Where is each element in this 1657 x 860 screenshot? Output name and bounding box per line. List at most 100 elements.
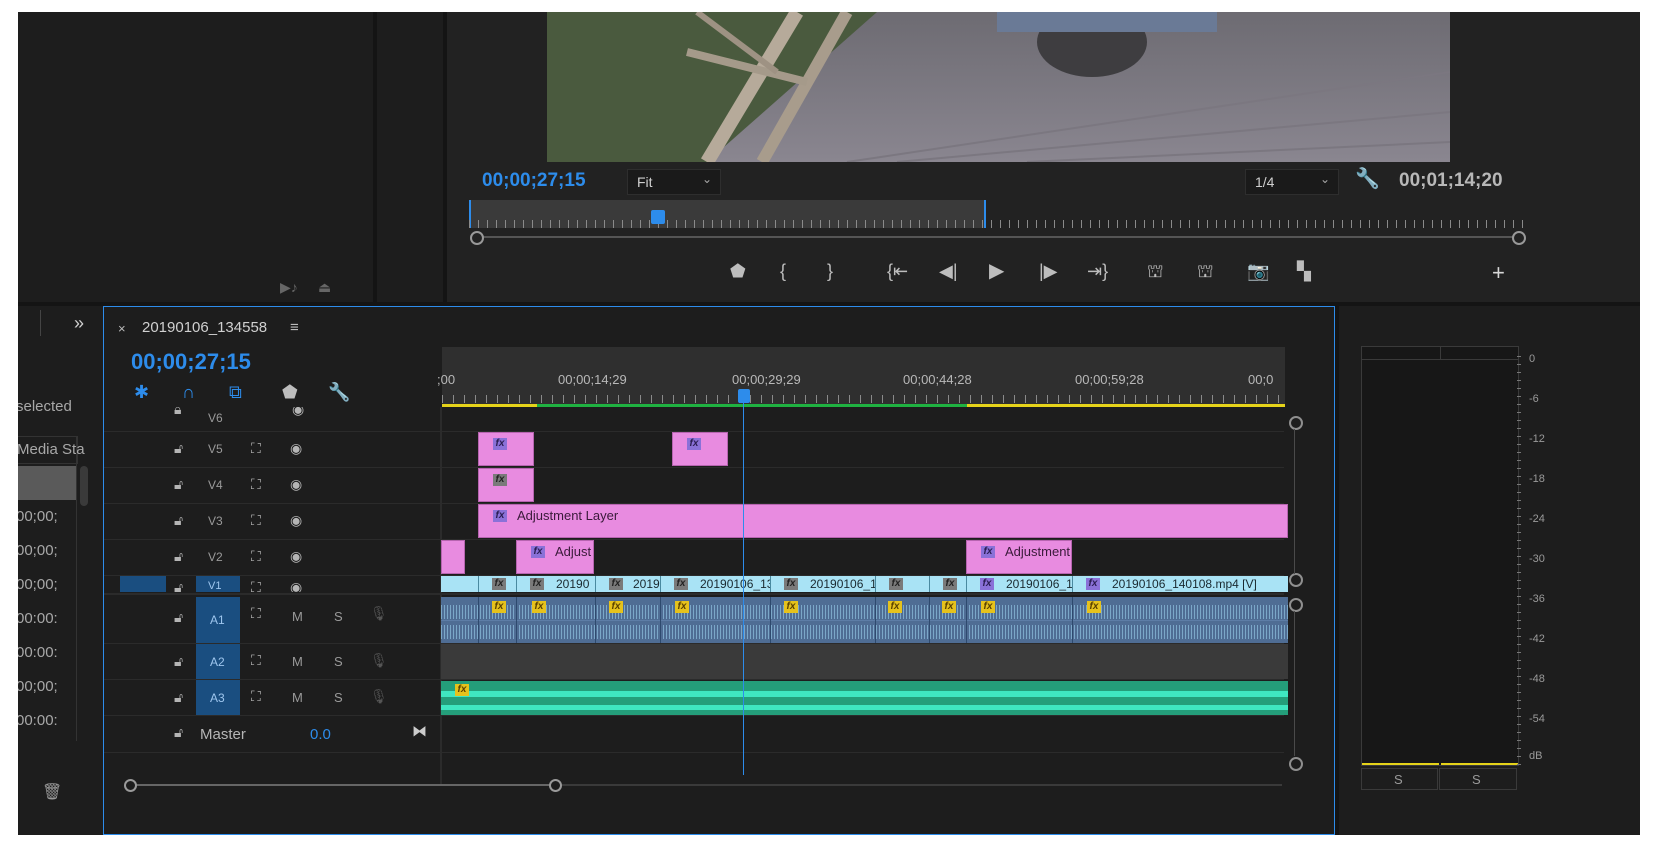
close-tab-icon[interactable]: × <box>118 321 126 336</box>
track-target-a2[interactable]: A2 <box>196 644 240 679</box>
row-6[interactable]: 00:00: <box>18 712 58 729</box>
v1-clip[interactable]: fx 20190 <box>516 576 596 592</box>
lift-icon[interactable]: ⛫ <box>1147 262 1164 280</box>
zoom-scrollbar[interactable] <box>475 236 1521 238</box>
mark-in-icon[interactable]: { <box>780 262 786 280</box>
eye-icon[interactable]: ◉ <box>290 476 302 493</box>
sync-lock-icon[interactable]: ⛶ <box>251 605 261 622</box>
add-marker-icon[interactable]: ⬟ <box>730 262 746 280</box>
row-2[interactable]: 00;00; <box>18 576 58 593</box>
v1-clip[interactable]: fx 2019 <box>595 576 661 592</box>
mark-out-icon[interactable]: } <box>827 262 833 280</box>
sync-lock-icon[interactable]: ⛶ <box>251 476 261 493</box>
solo-button[interactable]: S <box>334 654 343 669</box>
step-forward-icon[interactable]: |▶ <box>1039 262 1058 280</box>
v5-clip-1[interactable]: fx <box>478 432 534 466</box>
v1-clip[interactable]: fx <box>875 576 930 592</box>
lock-icon[interactable]: 🔓︎ <box>174 689 183 706</box>
mic-icon[interactable]: 🎙︎ <box>370 688 388 705</box>
solo-right-button[interactable]: S <box>1439 768 1517 790</box>
row-4[interactable]: 00:00: <box>18 644 58 661</box>
hscroll-handle-right[interactable] <box>549 779 562 792</box>
v1-clip[interactable]: fx <box>929 576 967 592</box>
step-back-icon[interactable]: ◀| <box>939 262 958 280</box>
mute-button[interactable]: M <box>292 654 303 669</box>
lock-icon[interactable]: 🔓︎ <box>174 653 183 670</box>
sync-lock-icon[interactable]: ⛶ <box>251 579 261 592</box>
sequence-tab[interactable]: 20190106_134558 <box>142 319 267 336</box>
tab-menu-icon[interactable]: ≡ <box>290 319 299 336</box>
add-button-icon[interactable]: + <box>1492 262 1505 284</box>
hscroll-bar[interactable] <box>132 784 556 786</box>
source-patch-v1[interactable] <box>120 576 166 592</box>
go-to-end-icon[interactable]: ⧓ <box>412 722 427 740</box>
lock-icon[interactable]: 🔓︎ <box>174 476 183 493</box>
v4-clip-1[interactable]: fx <box>478 468 534 502</box>
program-timecode[interactable]: 00;00;27;15 <box>482 170 586 192</box>
v2-adjust-clip-1[interactable]: fx Adjust <box>516 540 594 574</box>
v2-clip-0[interactable] <box>441 540 465 574</box>
a2-track-area[interactable] <box>441 644 1288 679</box>
lock-icon[interactable]: 🔓︎ <box>174 512 183 529</box>
v1-clip[interactable]: fx 20190106_1 <box>770 576 876 592</box>
media-start-header[interactable]: Media Sta <box>18 436 85 464</box>
extract-icon[interactable]: ⛫ <box>1197 262 1214 280</box>
master-volume-value[interactable]: 0.0 <box>310 726 331 743</box>
row-1[interactable]: 00;00; <box>18 542 58 559</box>
v1-clip[interactable]: fx 20190106_140108.mp4 [V] <box>1072 576 1288 592</box>
lock-icon[interactable]: 🔓︎ <box>174 548 183 565</box>
play-icon[interactable]: ▶ <box>989 261 1004 281</box>
mic-icon[interactable]: 🎙︎ <box>370 605 388 622</box>
sync-lock-icon[interactable]: ⛶ <box>251 512 261 529</box>
eye-icon[interactable]: ◉ <box>290 512 302 529</box>
comparison-view-icon[interactable]: ▚ <box>1297 262 1311 280</box>
v1-clip[interactable]: fx 20190106_1 <box>966 576 1073 592</box>
v1-clip[interactable] <box>441 576 479 592</box>
sync-lock-icon[interactable]: ⛶ <box>251 440 261 457</box>
insert-audio-icon[interactable]: ▶♪ <box>280 278 298 296</box>
export-frame-icon[interactable]: ⏏ <box>318 278 331 296</box>
snap-nested-icon[interactable]: ✱ <box>134 383 149 401</box>
lock-icon[interactable]: 🔓︎ <box>174 579 183 592</box>
row-3[interactable]: 00:00: <box>18 610 58 627</box>
project-scrollbar[interactable] <box>80 466 88 506</box>
track-target-a3[interactable]: A3 <box>196 680 240 715</box>
trash-icon[interactable]: 🗑 <box>42 784 62 802</box>
time-ruler[interactable]: ;00 00;00;14;29 00;00;29;29 00;00;44;28 … <box>437 347 1285 407</box>
timeline-settings-icon[interactable]: 🔧 <box>328 383 350 401</box>
resolution-select[interactable]: 1/4 ⌄ <box>1245 169 1339 195</box>
sync-lock-icon[interactable]: ⛶ <box>251 548 261 565</box>
v1-clip[interactable]: fx 20190106_13 <box>660 576 771 592</box>
snap-magnet-icon[interactable]: ∩ <box>182 383 195 401</box>
a3-audio-clip[interactable]: fx <box>441 681 1288 715</box>
zoom-select[interactable]: Fit ⌄ <box>627 169 721 195</box>
zoom-handle-right[interactable] <box>1512 231 1526 245</box>
wrench-icon[interactable]: 🔧 <box>1355 169 1380 189</box>
panel-overflow-icon[interactable]: » <box>74 314 84 332</box>
track-target-v1[interactable]: V1 <box>196 576 240 592</box>
mic-icon[interactable]: 🎙︎ <box>370 652 388 669</box>
mute-button[interactable]: M <box>292 609 303 624</box>
sequence-timecode[interactable]: 00;00;27;15 <box>131 349 251 375</box>
vscroll-video-handle[interactable] <box>1289 416 1303 430</box>
lock-icon[interactable]: 🔓︎ <box>174 609 183 626</box>
hscroll-handle-left[interactable] <box>124 779 137 792</box>
sync-lock-icon[interactable]: ⛶ <box>251 688 261 705</box>
eye-icon[interactable]: ◉ <box>292 407 304 418</box>
vscroll-audio-handle[interactable] <box>1289 598 1303 612</box>
selected-row[interactable] <box>18 466 76 500</box>
v5-clip-2[interactable]: fx <box>672 432 728 466</box>
track-target-a1[interactable]: A1 <box>196 597 240 643</box>
solo-left-button[interactable]: S <box>1361 768 1438 790</box>
scrub-bar[interactable] <box>469 200 1529 228</box>
add-marker-icon[interactable]: ⬟ <box>282 383 298 401</box>
zoom-handle-left[interactable] <box>470 231 484 245</box>
row-0[interactable]: 00;00; <box>18 508 58 525</box>
playhead-handle[interactable] <box>738 389 750 403</box>
vscroll-audio-handle-2[interactable] <box>1289 757 1303 771</box>
go-to-in-icon[interactable]: {⇤ <box>887 262 908 280</box>
camera-icon[interactable]: 📷 <box>1247 262 1269 280</box>
lock-icon[interactable]: 🔒︎ <box>174 407 181 418</box>
linked-selection-icon[interactable]: ⧉ <box>229 383 242 401</box>
row-5[interactable]: 00;00; <box>18 678 58 695</box>
